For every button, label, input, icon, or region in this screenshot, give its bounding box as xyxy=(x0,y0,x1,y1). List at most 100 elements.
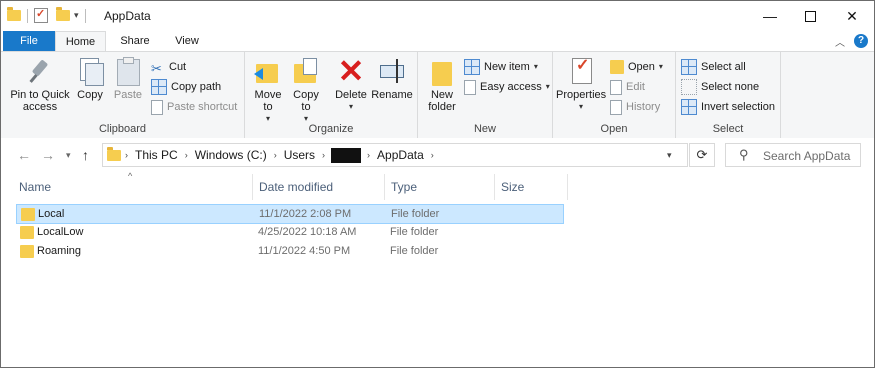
easy-access-button[interactable]: Easy access ▾ xyxy=(464,78,550,96)
paste-icon xyxy=(113,56,143,86)
ribbon: Pin to Quick access Copy Paste ✂ Cut Cop… xyxy=(1,51,874,139)
easy-access-label: Easy access xyxy=(480,81,542,93)
chevron-right-icon[interactable]: › xyxy=(274,150,277,160)
address-history-dropdown-icon[interactable]: ▾ xyxy=(667,150,672,161)
new-folder-button[interactable]: New folder xyxy=(422,56,462,113)
help-icon[interactable]: ? xyxy=(854,34,868,48)
pin-to-quick-access-button[interactable]: Pin to Quick access xyxy=(7,56,73,113)
select-none-label: Select none xyxy=(701,81,760,93)
file-date: 4/25/2022 10:18 AM xyxy=(258,226,357,238)
pin-label: Pin to Quick access xyxy=(10,89,70,113)
close-button[interactable]: ✕ xyxy=(829,1,874,31)
column-header-date[interactable]: Date modified xyxy=(259,172,379,202)
folder-icon xyxy=(20,245,34,258)
clipboard-group-label: Clipboard xyxy=(98,123,147,135)
copy-path-label: Copy path xyxy=(171,81,222,93)
edit-icon xyxy=(610,79,622,95)
table-row[interactable]: Local 11/1/2022 2:08 PM File folder xyxy=(16,204,564,224)
folder-icon xyxy=(7,7,21,21)
move-to-icon xyxy=(253,56,283,86)
file-type: File folder xyxy=(391,208,440,220)
search-input[interactable]: Search AppData xyxy=(763,149,850,163)
breadcrumb-this-pc[interactable]: This PC xyxy=(135,148,178,162)
clipboard-group: Pin to Quick access Copy Paste ✂ Cut Cop… xyxy=(1,52,245,138)
up-arrow-icon[interactable]: ↑ xyxy=(82,147,89,163)
rename-label: Rename xyxy=(371,89,413,101)
file-name: Roaming xyxy=(37,245,82,257)
column-divider[interactable] xyxy=(567,174,568,200)
recent-locations-dropdown-icon[interactable]: ▾ xyxy=(66,150,71,161)
column-divider[interactable] xyxy=(384,174,385,200)
ribbon-tabs: File Home Share View xyxy=(1,31,874,51)
forward-arrow-icon[interactable]: → xyxy=(41,147,55,163)
breadcrumb-appdata[interactable]: AppData xyxy=(377,148,424,162)
invert-selection-button[interactable]: Invert selection xyxy=(681,98,775,116)
refresh-button[interactable]: ⟳ xyxy=(689,143,715,167)
chevron-right-icon[interactable]: › xyxy=(367,150,370,160)
column-header-type[interactable]: Type xyxy=(391,172,491,202)
copy-icon xyxy=(75,56,105,86)
paste-button[interactable]: Paste xyxy=(111,56,145,101)
column-header-size[interactable]: Size xyxy=(501,172,561,202)
copy-path-button[interactable]: Copy path xyxy=(151,78,221,96)
breadcrumb-windows-c[interactable]: Windows (C:) xyxy=(195,148,267,162)
address-bar[interactable]: › This PC › Windows (C:) › Users › › App… xyxy=(102,143,688,167)
copy-to-button[interactable]: Copy to ▾ xyxy=(287,56,325,125)
select-none-icon xyxy=(681,79,697,95)
divider xyxy=(27,8,28,23)
scissors-icon: ✂ xyxy=(151,61,162,76)
delete-button[interactable]: ✕ Delete ▾ xyxy=(333,53,369,113)
tab-view[interactable]: View xyxy=(167,31,207,51)
paste-shortcut-button[interactable]: Paste shortcut xyxy=(151,98,237,116)
move-to-button[interactable]: Move to ▾ xyxy=(249,56,287,125)
delete-label: Delete xyxy=(335,89,367,101)
file-explorer-window: ▾ AppData — ✕ File Home Share View ︿ ? P… xyxy=(0,0,875,368)
tab-share[interactable]: Share xyxy=(113,31,157,51)
chevron-right-icon[interactable]: › xyxy=(431,150,434,160)
file-name: Local xyxy=(38,208,65,220)
invert-selection-icon xyxy=(681,99,697,115)
new-folder-icon[interactable] xyxy=(56,7,70,21)
copy-path-icon xyxy=(151,79,167,95)
move-to-label: Move to xyxy=(254,89,282,113)
edit-button[interactable]: Edit xyxy=(610,78,645,96)
maximize-button[interactable] xyxy=(787,1,833,31)
search-icon: ⚲ xyxy=(739,147,749,162)
chevron-right-icon[interactable]: › xyxy=(185,150,188,160)
rename-button[interactable]: Rename xyxy=(371,56,413,101)
collapse-ribbon-icon[interactable]: ︿ xyxy=(835,34,845,49)
column-divider[interactable] xyxy=(252,174,253,200)
table-row[interactable]: Roaming 11/1/2022 4:50 PM File folder xyxy=(16,242,564,262)
rename-icon xyxy=(377,56,407,86)
select-none-button[interactable]: Select none xyxy=(681,78,759,96)
select-group: Select all Select none Invert selection … xyxy=(676,52,781,138)
back-arrow-icon[interactable]: ← xyxy=(17,147,31,163)
history-button[interactable]: History xyxy=(610,98,660,116)
search-box[interactable]: ⚲ Search AppData xyxy=(725,143,861,167)
select-all-button[interactable]: Select all xyxy=(681,58,746,76)
delete-x-icon: ✕ xyxy=(337,53,365,89)
history-icon xyxy=(610,99,622,115)
chevron-right-icon[interactable]: › xyxy=(322,150,325,160)
tab-home[interactable]: Home xyxy=(55,31,106,51)
cut-button[interactable]: ✂ Cut xyxy=(151,58,186,76)
copy-button[interactable]: Copy xyxy=(73,56,107,101)
column-divider[interactable] xyxy=(494,174,495,200)
copy-label: Copy xyxy=(77,89,103,101)
new-item-label: New item xyxy=(484,61,530,73)
breadcrumb-users[interactable]: Users xyxy=(284,148,315,162)
customize-toolbar-dropdown-icon[interactable]: ▾ xyxy=(74,10,79,21)
open-button[interactable]: Open ▾ xyxy=(610,58,663,76)
tab-file[interactable]: File xyxy=(3,31,55,51)
properties-icon[interactable] xyxy=(34,7,48,23)
properties-label: Properties xyxy=(556,89,607,101)
new-group: New folder New item ▾ Easy access ▾ New xyxy=(418,52,553,138)
pin-icon xyxy=(25,56,55,86)
new-item-button[interactable]: New item ▾ xyxy=(464,58,538,76)
delete-dropdown-icon: ▾ xyxy=(348,102,353,111)
easy-access-dropdown-icon: ▾ xyxy=(545,82,550,91)
table-row[interactable]: LocalLow 4/25/2022 10:18 AM File folder xyxy=(16,223,564,243)
column-header-name[interactable]: Name xyxy=(19,172,249,202)
chevron-right-icon[interactable]: › xyxy=(125,150,128,160)
properties-button[interactable]: ✓ Properties ▾ xyxy=(556,56,606,113)
